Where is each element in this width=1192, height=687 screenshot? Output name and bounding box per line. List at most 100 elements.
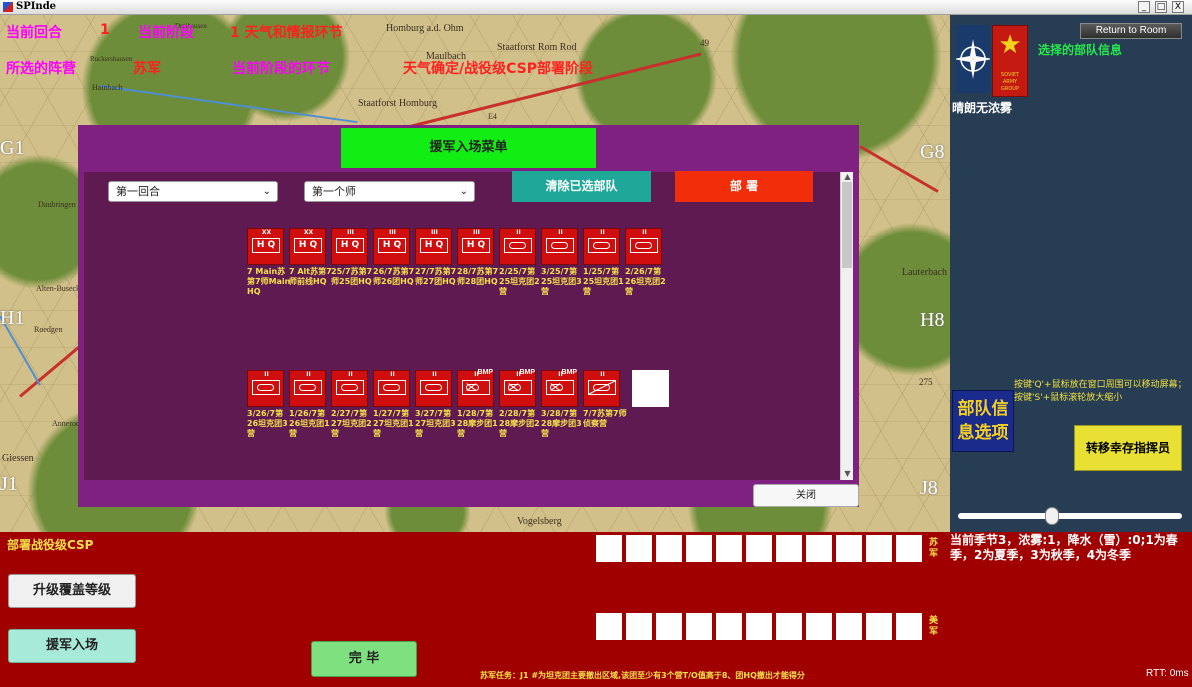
unit-counter[interactable]: II 2/26/7第26坦克团2营	[625, 228, 666, 297]
armor-symbol-icon	[252, 380, 280, 395]
unit-counter-chip[interactable]: III H Q	[415, 228, 452, 265]
hq-symbol-icon: H Q	[378, 238, 406, 253]
soviet-faction-badge[interactable]: ★ SOVIET ARMY GROUP	[992, 25, 1028, 97]
dialog-title: 援军入场菜单	[341, 128, 596, 168]
unit-counter[interactable]: III H Q 28/7苏第7师28团HQ	[457, 228, 498, 287]
hq-symbol-icon: H Q	[336, 238, 364, 253]
selected-unit-info-label: 选择的部队信息	[1038, 43, 1123, 57]
zoom-slider[interactable]	[958, 507, 1182, 525]
csp-slot[interactable]	[686, 535, 712, 562]
unit-echelon: III	[389, 229, 396, 236]
unit-counter-chip[interactable]: II	[373, 370, 410, 407]
csp-slot[interactable]	[686, 613, 712, 640]
maximize-button[interactable]: □	[1155, 1, 1167, 13]
unit-counter-chip[interactable]: III H Q	[331, 228, 368, 265]
unit-counter-chip[interactable]: II BMP	[499, 369, 536, 407]
unit-counter-label: 2/28/7第28摩步团2营	[499, 409, 540, 438]
unit-counter-chip[interactable]: XX H Q	[247, 228, 284, 265]
unit-counter[interactable]: II 1/25/7第25坦克团1营	[583, 228, 624, 297]
csp-slot[interactable]	[896, 535, 922, 562]
csp-slot[interactable]	[896, 613, 922, 640]
unit-counter-chip[interactable]: XX H Q	[289, 228, 326, 265]
done-button[interactable]: 完 毕	[311, 641, 417, 677]
csp-slot[interactable]	[596, 613, 622, 640]
csp-slot[interactable]	[776, 535, 802, 562]
unit-counter-chip[interactable]: II BMP	[457, 369, 494, 407]
unit-counter[interactable]: II 3/25/7第25坦克团3营	[541, 228, 582, 297]
close-window-button[interactable]: X	[1172, 1, 1184, 13]
csp-slot[interactable]	[836, 535, 862, 562]
unit-counter-chip[interactable]: II	[583, 370, 620, 407]
turn-label: 当前回合	[6, 25, 62, 41]
csp-slot[interactable]	[806, 613, 832, 640]
csp-slot[interactable]	[596, 535, 622, 562]
close-dialog-button[interactable]: 关闭	[753, 484, 859, 507]
upgrade-coverage-button[interactable]: 升级覆盖等级	[8, 574, 136, 608]
minimize-button[interactable]: _	[1138, 1, 1150, 13]
csp-slot[interactable]	[806, 535, 832, 562]
unit-info-option-button[interactable]: 部队信息选项	[952, 390, 1014, 452]
map-place-label: Alten-Buseck	[36, 284, 80, 293]
division-select[interactable]: 第一个师 ⌄	[304, 181, 475, 202]
empty-unit-slot[interactable]	[632, 370, 669, 407]
unit-counter-chip[interactable]: II	[499, 228, 536, 265]
unit-counter-chip[interactable]: III H Q	[373, 228, 410, 265]
unit-counter-label: 7/7苏第7师侦察营	[583, 409, 627, 428]
csp-slot[interactable]	[746, 535, 772, 562]
csp-slot[interactable]	[746, 613, 772, 640]
unit-counter-chip[interactable]: II	[541, 228, 578, 265]
unit-counter-chip[interactable]: II	[583, 228, 620, 265]
reinforce-entry-button[interactable]: 援军入场	[8, 629, 136, 663]
transfer-commander-button[interactable]: 转移幸存指挥员	[1074, 425, 1182, 471]
unit-echelon: II	[306, 371, 311, 378]
soviet-side-label: 苏军	[929, 538, 939, 559]
return-to-room-button[interactable]: Return to Room	[1080, 23, 1182, 39]
mission-text: 苏军任务：J1 #为坦克团主要撤出区域,该团至少有3个营T/O值高于8、团HQ撤…	[480, 671, 805, 680]
csp-slot[interactable]	[836, 613, 862, 640]
unit-echelon: II	[390, 371, 395, 378]
csp-slot[interactable]	[626, 535, 652, 562]
unit-counter-chip[interactable]: II	[625, 228, 662, 265]
unit-counter-chip[interactable]: II	[289, 370, 326, 407]
unit-badge: BMP	[477, 369, 493, 376]
nato-star-icon[interactable]	[956, 25, 990, 93]
unit-counter[interactable]: III H Q 27/7苏第7师27团HQ	[415, 228, 456, 287]
controls-hint: 按键'Q'+鼠标放在窗口周围可以移动屏幕；按键'S'+鼠标滚轮放大缩小	[1014, 380, 1187, 403]
unit-counter[interactable]: II BMP 2/28/7第28摩步团2营	[499, 369, 540, 439]
unit-counter[interactable]: XX H Q 7 Alt苏第7师前线HQ	[289, 228, 332, 287]
unit-counter-chip[interactable]: II	[331, 370, 368, 407]
unit-counter[interactable]: III H Q 26/7苏第7师26团HQ	[373, 228, 414, 287]
deploy-button[interactable]: 部 署	[675, 171, 813, 202]
unit-counter-chip[interactable]: II	[247, 370, 284, 407]
clear-selected-button[interactable]: 清除已选部队	[512, 171, 651, 202]
csp-slot[interactable]	[866, 613, 892, 640]
unit-counter[interactable]: XX H Q 7 Main苏第7师Main HQ	[247, 228, 290, 297]
unit-counter[interactable]: II 1/26/7第26坦克团1营	[289, 370, 330, 439]
unit-counter[interactable]: II 7/7苏第7师侦察营	[583, 370, 627, 429]
unit-counter-chip[interactable]: III H Q	[457, 228, 494, 265]
scroll-up-icon[interactable]: ▲	[843, 173, 852, 181]
unit-counter[interactable]: II 2/25/7第25坦克团2营	[499, 228, 540, 297]
dialog-scrollbar[interactable]: ▲ ▼	[840, 172, 853, 480]
csp-slot[interactable]	[866, 535, 892, 562]
unit-counter[interactable]: III H Q 25/7苏第7师25团HQ	[331, 228, 372, 287]
unit-counter-chip[interactable]: II	[415, 370, 452, 407]
scroll-down-icon[interactable]: ▼	[843, 470, 852, 478]
zoom-slider-thumb[interactable]	[1045, 507, 1060, 525]
unit-counter[interactable]: II 2/27/7第27坦克团2营	[331, 370, 372, 439]
scrollbar-thumb[interactable]	[842, 182, 852, 268]
unit-counter[interactable]: II 3/26/7第26坦克团3营	[247, 370, 288, 439]
csp-slot[interactable]	[656, 613, 682, 640]
csp-slot[interactable]	[716, 535, 742, 562]
csp-slot[interactable]	[656, 535, 682, 562]
unit-counter[interactable]: II BMP 1/28/7第28摩步团1营	[457, 369, 498, 439]
csp-slot[interactable]	[626, 613, 652, 640]
unit-counter[interactable]: II 1/27/7第27坦克团1营	[373, 370, 414, 439]
unit-counter[interactable]: II 3/27/7第27坦克团3营	[415, 370, 456, 439]
map-place-label: Roedgen	[34, 325, 63, 334]
unit-counter-chip[interactable]: II BMP	[541, 369, 578, 407]
turn-select[interactable]: 第一回合 ⌄	[108, 181, 278, 202]
unit-counter[interactable]: II BMP 3/28/7第28摩步团3营	[541, 369, 582, 439]
csp-slot[interactable]	[716, 613, 742, 640]
csp-slot[interactable]	[776, 613, 802, 640]
